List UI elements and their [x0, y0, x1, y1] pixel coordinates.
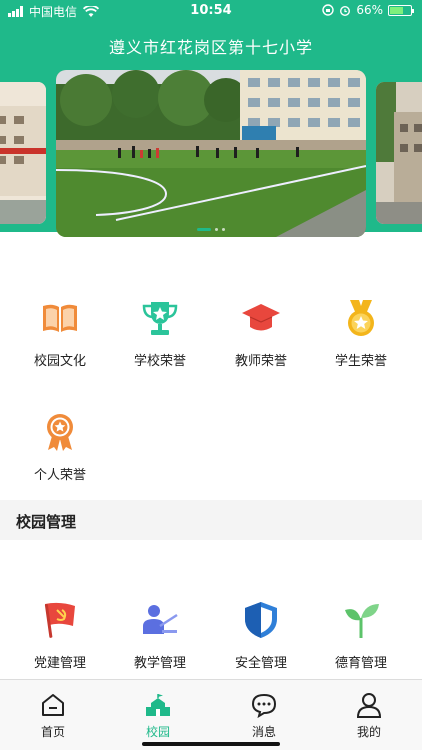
message-icon	[251, 693, 277, 719]
section-title: 校园管理	[16, 513, 77, 531]
grid-item-label: 学校荣誉	[133, 354, 186, 369]
carousel-indicator	[56, 228, 366, 231]
party-flag-icon	[44, 602, 75, 638]
tab-messages[interactable]: 消息	[224, 692, 304, 740]
battery-percent: 66%	[356, 3, 383, 17]
battery-icon	[388, 4, 414, 16]
grid-item-party-building[interactable]: 党建管理	[10, 600, 110, 671]
profile-icon	[356, 693, 382, 718]
banner-carousel[interactable]	[56, 70, 366, 237]
header: 中国电信 10:54 66% 遵义市红花岗区第十七小学	[0, 0, 422, 237]
banner-photo	[56, 70, 366, 237]
sprout-icon	[345, 604, 379, 638]
tab-home[interactable]: 首页	[13, 692, 93, 740]
banner-next-slide[interactable]	[376, 82, 422, 224]
grid-item-teacher-honor[interactable]: 教师荣誉	[211, 298, 311, 369]
grid-item-student-honor[interactable]: 学生荣誉	[311, 298, 411, 369]
shield-icon	[245, 602, 277, 638]
home-icon	[42, 694, 64, 716]
tab-label: 消息	[251, 725, 276, 739]
carousel-dot-active	[197, 228, 211, 231]
page-title: 遵义市红花岗区第十七小学	[108, 38, 313, 57]
grid-item-personal-honor[interactable]: 个人荣誉	[10, 412, 110, 483]
grid-item-campus-culture[interactable]: 校园文化	[10, 298, 110, 369]
grid-item-moral-education[interactable]: 德育管理	[311, 600, 411, 671]
grid-item-label: 党建管理	[33, 656, 86, 671]
grid-item-label: 德育管理	[334, 656, 387, 671]
banner-prev-slide[interactable]	[0, 82, 46, 224]
medal-icon	[348, 300, 374, 336]
grid-item-label: 安全管理	[234, 656, 287, 671]
status-bar: 中国电信 10:54 66%	[0, 0, 422, 22]
grid-item-safety[interactable]: 安全管理	[211, 600, 311, 671]
tab-label: 我的	[356, 725, 381, 739]
teacher-icon	[143, 605, 178, 634]
grid-item-label: 校园文化	[33, 354, 86, 369]
carousel-dot	[222, 228, 225, 231]
grid-item-label: 个人荣誉	[33, 468, 86, 483]
graduation-cap-icon	[242, 304, 280, 331]
grid-item-label: 教师荣誉	[234, 354, 287, 369]
tab-label: 校园	[145, 725, 170, 739]
tab-label: 首页	[40, 725, 65, 739]
carousel-dot	[215, 228, 218, 231]
alarm-icon	[340, 6, 351, 16]
tab-campus[interactable]: 校园	[118, 692, 198, 740]
grid-item-school-honor[interactable]: 学校荣誉	[110, 298, 210, 369]
book-icon	[43, 304, 77, 332]
tab-profile[interactable]: 我的	[329, 692, 409, 740]
trophy-icon	[142, 302, 178, 335]
section-header: 校园管理	[0, 500, 422, 540]
grid-item-label: 教学管理	[133, 656, 186, 671]
grid-item-teaching[interactable]: 教学管理	[110, 600, 210, 671]
rotation-lock-icon	[322, 4, 335, 16]
home-indicator	[142, 742, 280, 746]
school-icon	[146, 694, 170, 716]
tab-bar: 首页 校园 消息 我的	[0, 679, 422, 750]
rosette-icon	[47, 414, 73, 451]
grid-item-label: 学生荣誉	[334, 354, 387, 369]
